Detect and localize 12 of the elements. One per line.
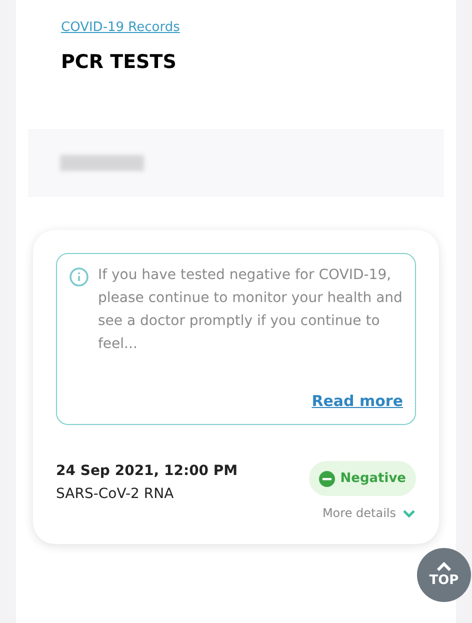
read-more-link[interactable]: Read more: [312, 390, 403, 412]
breadcrumb-link[interactable]: COVID-19 Records: [61, 20, 180, 35]
more-details-button[interactable]: More details: [322, 504, 416, 522]
notice-text: If you have tested negative for COVID-19, please continue to monitor your health and see a doctor promptly if you continue to feel...: [98, 266, 403, 354]
chevron-icon: [402, 508, 416, 518]
test-name: SARS-CoV-2 RNA: [56, 485, 175, 504]
status-badge: Negative: [309, 461, 416, 496]
minus-circle-icon: [319, 470, 336, 486]
page-title: PCR TESTS: [61, 50, 178, 75]
test-datetime: 24 Sep 2021, 12:00 PM: [56, 462, 238, 481]
info-icon: [69, 266, 89, 286]
top-button[interactable]: TOP: [417, 548, 471, 602]
